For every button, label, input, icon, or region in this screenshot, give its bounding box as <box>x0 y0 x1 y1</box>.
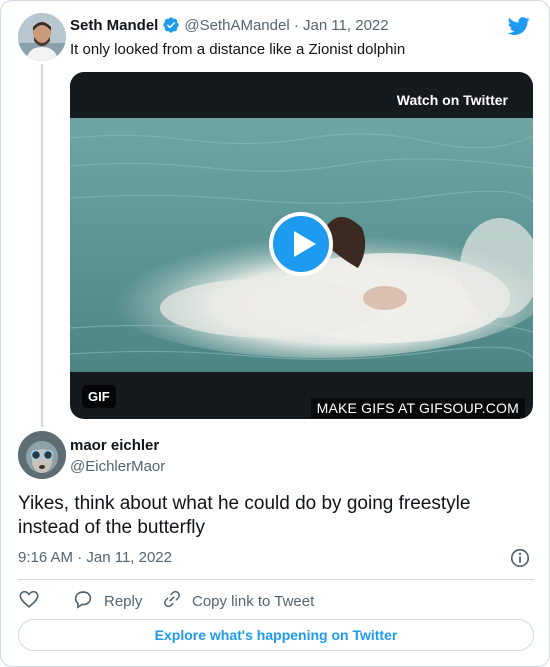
play-icon[interactable] <box>269 212 333 276</box>
gif-media[interactable]: Watch on Twitter GIF MAKE GIFS AT GIFSOU… <box>70 72 533 419</box>
gif-badge: GIF <box>82 385 116 408</box>
tweet-actions: Reply Copy link to Tweet <box>18 588 332 614</box>
like-button[interactable] <box>18 588 72 614</box>
tweet-text: It only looked from a distance like a Zi… <box>70 41 406 58</box>
verified-badge-icon <box>162 16 180 34</box>
reply-author-handle[interactable]: @EichlerMaor <box>70 458 165 475</box>
reply-label: Reply <box>104 592 143 610</box>
reply-author-name[interactable]: maor eichler <box>70 437 159 454</box>
avatar[interactable] <box>18 13 66 61</box>
tweet-timestamp[interactable]: 9:16 AM · Jan 11, 2022 <box>18 549 172 566</box>
link-icon <box>162 589 182 613</box>
gif-watermark: MAKE GIFS AT GIFSOUP.COM <box>310 398 525 418</box>
info-icon[interactable] <box>509 547 531 569</box>
thread-connector-line <box>41 64 43 427</box>
twitter-bird-icon[interactable] <box>507 15 531 37</box>
embedded-tweet-card: Seth Mandel @SethAMandel · Jan 11, 2022 … <box>0 0 550 667</box>
divider <box>18 579 534 580</box>
tweet-header: Seth Mandel @SethAMandel · Jan 11, 2022 <box>70 16 389 34</box>
watch-on-twitter-label[interactable]: Watch on Twitter <box>397 92 508 108</box>
reply-bubble-icon <box>72 588 94 614</box>
explore-twitter-button[interactable]: Explore what's happening on Twitter <box>18 619 534 651</box>
reply-button[interactable]: Reply <box>72 588 162 614</box>
reply-tweet-text: Yikes, think about what he could do by g… <box>18 493 471 538</box>
copy-link-button[interactable]: Copy link to Tweet <box>162 589 332 613</box>
handle-and-date[interactable]: @SethAMandel · Jan 11, 2022 <box>184 17 388 34</box>
avatar[interactable] <box>18 431 66 479</box>
author-name[interactable]: Seth Mandel <box>70 17 158 34</box>
heart-icon <box>18 588 40 614</box>
copy-link-label: Copy link to Tweet <box>192 592 315 610</box>
